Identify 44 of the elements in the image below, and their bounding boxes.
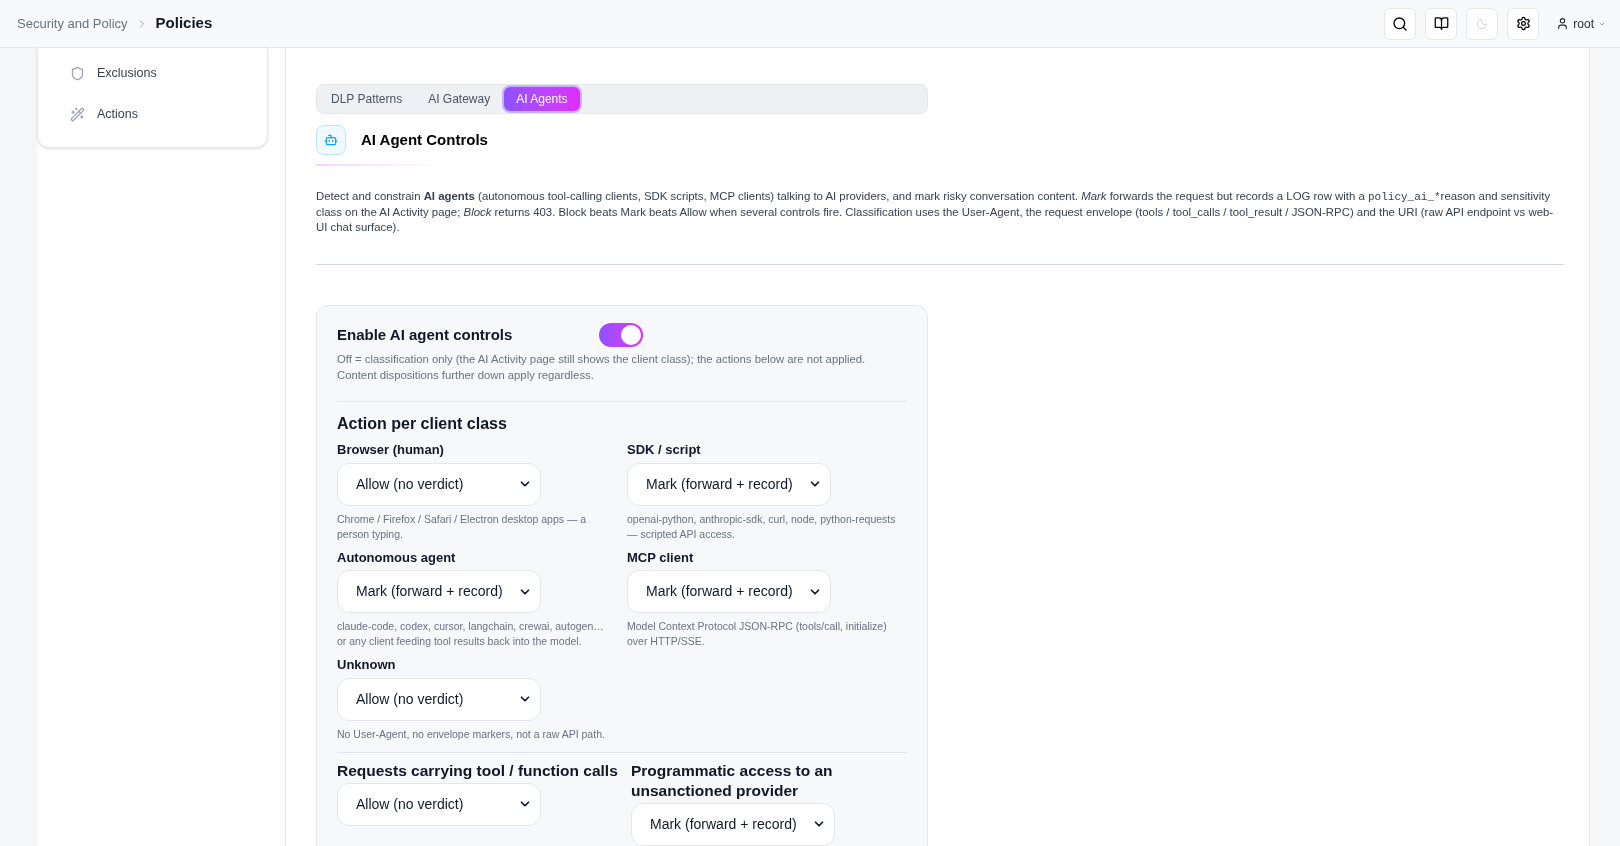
user-menu[interactable]: root <box>1556 14 1606 33</box>
dropdown[interactable]: Allow (no verdict) <box>337 462 541 506</box>
field-label: Autonomous agent <box>337 548 457 567</box>
field-hint: openai-python, anthropic-sdk, curl, node, python-requests — scripted API access. <box>627 511 897 542</box>
group-title: Programmatic access to an unsanctioned provider <box>631 760 834 801</box>
field-hint: Chrome / Firefox / Safari / Electron desktop apps — a person typing. <box>337 511 588 542</box>
toggle-switch[interactable] <box>599 323 643 347</box>
tab[interactable]: AI Gateway <box>416 87 503 111</box>
moon-icon <box>1476 17 1489 30</box>
tab[interactable]: DLP Patterns <box>319 87 415 111</box>
field-hint: No User-Agent, no envelope markers, not a raw API path. <box>337 726 606 742</box>
settings-icon <box>1515 16 1531 31</box>
toggle-hint: Off = classification only (the AI Activity page still shows the client class); the actions below are not applied. Content dispositions further down apply regardless. <box>337 352 867 383</box>
settings-button[interactable] <box>1507 7 1540 40</box>
field-hint: Model Context Protocol JSON-RPC (tools/call, initialize) over HTTP/SSE. <box>627 619 888 649</box>
field-hint: claude-code, codex, cursor, langchain, crewai, autogen… or any client feeding tool results back into the model. <box>337 619 605 649</box>
dropdown[interactable]: Allow (no verdict) <box>337 677 541 721</box>
dropdown[interactable]: Mark (forward + record) <box>631 802 835 846</box>
section-description: Detect and constrain AI agents (autonomous tool-calling clients, SDK scripts, MCP clients) talking to AI providers, and mark risky conversation content. Mark forwards the request but records a LOG row with a policy_ai_*reason and sensitivity class on the AI Activity page; Block returns 403. Block beats Mark beats Allow when several controls fire. Classification uses the User-Agent, the request envelope (tools / tool_calls / tool_result / JSON-RPC) and the URI (raw API endpoint vs web-UI chat surface). <box>316 189 1555 235</box>
group-title: Requests carrying tool / function calls <box>337 760 619 781</box>
sidebar-item[interactable]: Exclusions <box>38 53 267 94</box>
book-icon <box>1433 16 1449 31</box>
shield-icon <box>70 66 85 81</box>
robot-icon <box>316 125 346 155</box>
section-title: AI Agent Controls <box>361 129 488 150</box>
toggle-label: Enable AI agent controls <box>337 324 514 345</box>
field-label: Browser (human) <box>337 441 445 459</box>
dropdown[interactable]: Mark (forward + record) <box>627 570 831 613</box>
search-icon <box>1392 15 1409 32</box>
group-title: Action per client class <box>337 414 508 434</box>
user-icon <box>1556 17 1570 30</box>
breadcrumb-link[interactable]: Security and Policy <box>17 13 128 34</box>
page-title: Policies <box>155 13 213 34</box>
book-button[interactable] <box>1425 7 1458 40</box>
field-label: SDK / script <box>627 441 702 459</box>
tab[interactable]: AI Agents <box>504 87 580 111</box>
dropdown[interactable]: Allow (no verdict) <box>337 782 541 826</box>
dropdown[interactable]: Mark (forward + record) <box>627 462 831 506</box>
field-label: Unknown <box>337 656 397 674</box>
wand-icon <box>70 107 85 122</box>
search-button[interactable] <box>1384 7 1417 40</box>
sidebar-item[interactable]: Actions <box>38 94 267 135</box>
dropdown[interactable]: Mark (forward + record) <box>337 570 541 613</box>
field-label: MCP client <box>627 548 695 567</box>
